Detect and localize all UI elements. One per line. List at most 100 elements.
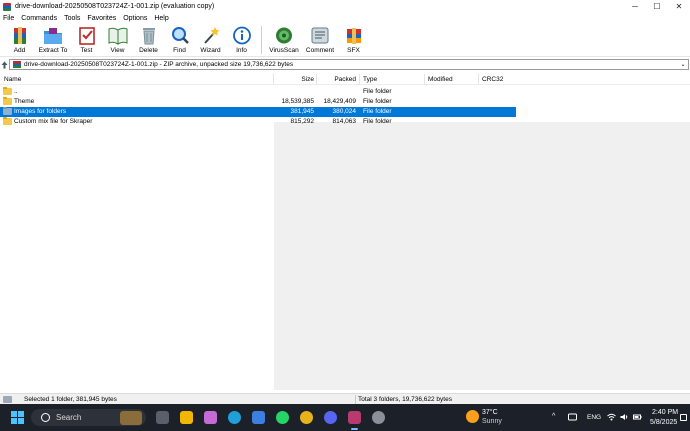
comment-icon (311, 27, 329, 44)
file-type: File folder (363, 108, 392, 115)
weather-icon[interactable] (466, 410, 479, 423)
archive-path-bar[interactable]: drive-download-20250508T023724Z-1-001.zi… (9, 59, 689, 70)
sfx-icon (346, 28, 361, 44)
find-button[interactable]: Find (164, 24, 195, 56)
find-icon (171, 27, 189, 44)
clock-time[interactable]: 2:40 PM (652, 409, 678, 416)
sfx-button[interactable]: SFX (338, 24, 369, 56)
edge-icon[interactable] (228, 411, 241, 424)
file-size: 381,945 (290, 108, 315, 115)
window-title: drive-download-20250508T023724Z-1-001.zi… (15, 3, 215, 10)
file-packed: 18,429,409 (323, 98, 356, 105)
column-divider[interactable] (478, 74, 479, 85)
comment-button[interactable]: Comment (302, 24, 338, 56)
test-button[interactable]: Test (71, 24, 102, 56)
delete-button[interactable]: Delete (133, 24, 164, 56)
file-name: .. (14, 88, 18, 95)
path-dropdown-icon[interactable]: ⌄ (678, 61, 688, 68)
virus-scan-button[interactable]: VirusScan (266, 24, 302, 56)
menu-file[interactable]: File (3, 15, 14, 22)
column-divider[interactable] (359, 74, 360, 85)
column-divider[interactable] (424, 74, 425, 85)
clock-date[interactable]: 5/8/2025 (650, 419, 677, 426)
column-type[interactable]: Type (363, 76, 377, 83)
view-button[interactable]: View (102, 24, 133, 56)
file-type: File folder (363, 88, 392, 95)
taskbar-search[interactable]: Search (31, 409, 146, 426)
file-row-custom-mix[interactable]: Custom mix file for Skraper 815,292 814,… (0, 117, 516, 127)
winrar-app-icon[interactable] (3, 2, 11, 11)
file-list-area (0, 86, 274, 390)
winrar-icon[interactable] (348, 411, 361, 430)
title-bar: drive-download-20250508T023724Z-1-001.zi… (0, 0, 690, 13)
status-selection: Selected 1 folder, 381,945 bytes (24, 396, 117, 403)
chrome-icon[interactable] (300, 411, 313, 424)
windows-start-icon[interactable] (11, 411, 24, 424)
tray-overflow-icon[interactable]: ^ (552, 413, 555, 420)
column-size[interactable]: Size (276, 76, 314, 83)
task-view-icon[interactable] (156, 411, 169, 424)
info-label: Info (236, 47, 247, 54)
folder-icon (3, 97, 12, 105)
up-one-level-icon[interactable] (1, 61, 8, 69)
file-list-empty-area (274, 122, 690, 390)
file-name: Custom mix file for Skraper (14, 118, 93, 125)
discord-icon[interactable] (324, 411, 337, 424)
tray-app-icon[interactable] (568, 413, 577, 421)
taskbar: Search 37°C Sunny ^ ENG 2:40 PM 5/8/2025 (0, 404, 690, 431)
volume-icon[interactable] (620, 413, 629, 421)
search-icon (41, 413, 50, 422)
add-label: Add (13, 47, 26, 54)
battery-icon[interactable] (633, 413, 642, 421)
file-row-images-for-folders[interactable]: Images for folders 381,945 380,024 File … (0, 107, 516, 117)
column-crc32[interactable]: CRC32 (482, 76, 503, 83)
wizard-button[interactable]: Wizard (195, 24, 226, 56)
file-row-parent[interactable]: .. File folder (0, 87, 516, 97)
archive-icon (13, 61, 21, 68)
wizard-icon (203, 27, 219, 44)
menu-help[interactable]: Help (154, 15, 168, 22)
delete-label: Delete (139, 47, 158, 54)
find-label: Find (173, 47, 186, 54)
settings-icon[interactable] (372, 411, 385, 424)
column-name[interactable]: Name (4, 76, 21, 83)
file-packed: 814,063 (332, 118, 357, 125)
minimize-button[interactable]: ─ (624, 0, 646, 13)
virus-scan-icon (276, 27, 292, 44)
menu-favorites[interactable]: Favorites (87, 15, 116, 22)
store-icon[interactable] (252, 411, 265, 424)
notification-icon[interactable] (680, 414, 687, 421)
language-indicator[interactable]: ENG (587, 414, 601, 421)
weather-condition[interactable]: Sunny (482, 418, 502, 425)
file-type: File folder (363, 98, 392, 105)
file-row-theme[interactable]: Theme 18,539,385 18,429,409 File folder (0, 97, 516, 107)
test-label: Test (80, 47, 93, 54)
info-icon (232, 26, 251, 45)
add-button[interactable]: Add (4, 24, 35, 56)
extract-to-button[interactable]: Extract To (35, 24, 71, 56)
weather-temperature[interactable]: 37°C (482, 409, 498, 416)
extract-to-label: Extract To (38, 47, 68, 54)
folder-icon (3, 117, 12, 125)
column-modified[interactable]: Modified (428, 76, 453, 83)
menu-options[interactable]: Options (123, 15, 147, 22)
wifi-icon[interactable] (607, 413, 616, 421)
drive-icon (3, 396, 12, 403)
file-size: 18,539,385 (281, 98, 314, 105)
info-button[interactable]: Info (226, 24, 257, 56)
whatsapp-icon[interactable] (276, 411, 289, 424)
column-packed[interactable]: Packed (318, 76, 356, 83)
menu-tools[interactable]: Tools (64, 15, 80, 22)
menu-bar: File Commands Tools Favorites Options He… (0, 13, 690, 23)
view-label: View (110, 47, 125, 54)
close-button[interactable]: ✕ (668, 0, 690, 13)
file-size: 815,292 (290, 118, 315, 125)
menu-commands[interactable]: Commands (21, 15, 57, 22)
file-explorer-icon[interactable] (180, 411, 193, 424)
file-list: Name Size Packed Type Modified CRC32 .. … (0, 74, 690, 390)
copilot-icon[interactable] (204, 411, 217, 424)
maximize-button[interactable]: ☐ (646, 0, 668, 13)
status-total: Total 3 folders, 19,736,622 bytes (358, 396, 452, 403)
column-divider[interactable] (273, 74, 274, 85)
column-divider[interactable] (316, 74, 317, 85)
